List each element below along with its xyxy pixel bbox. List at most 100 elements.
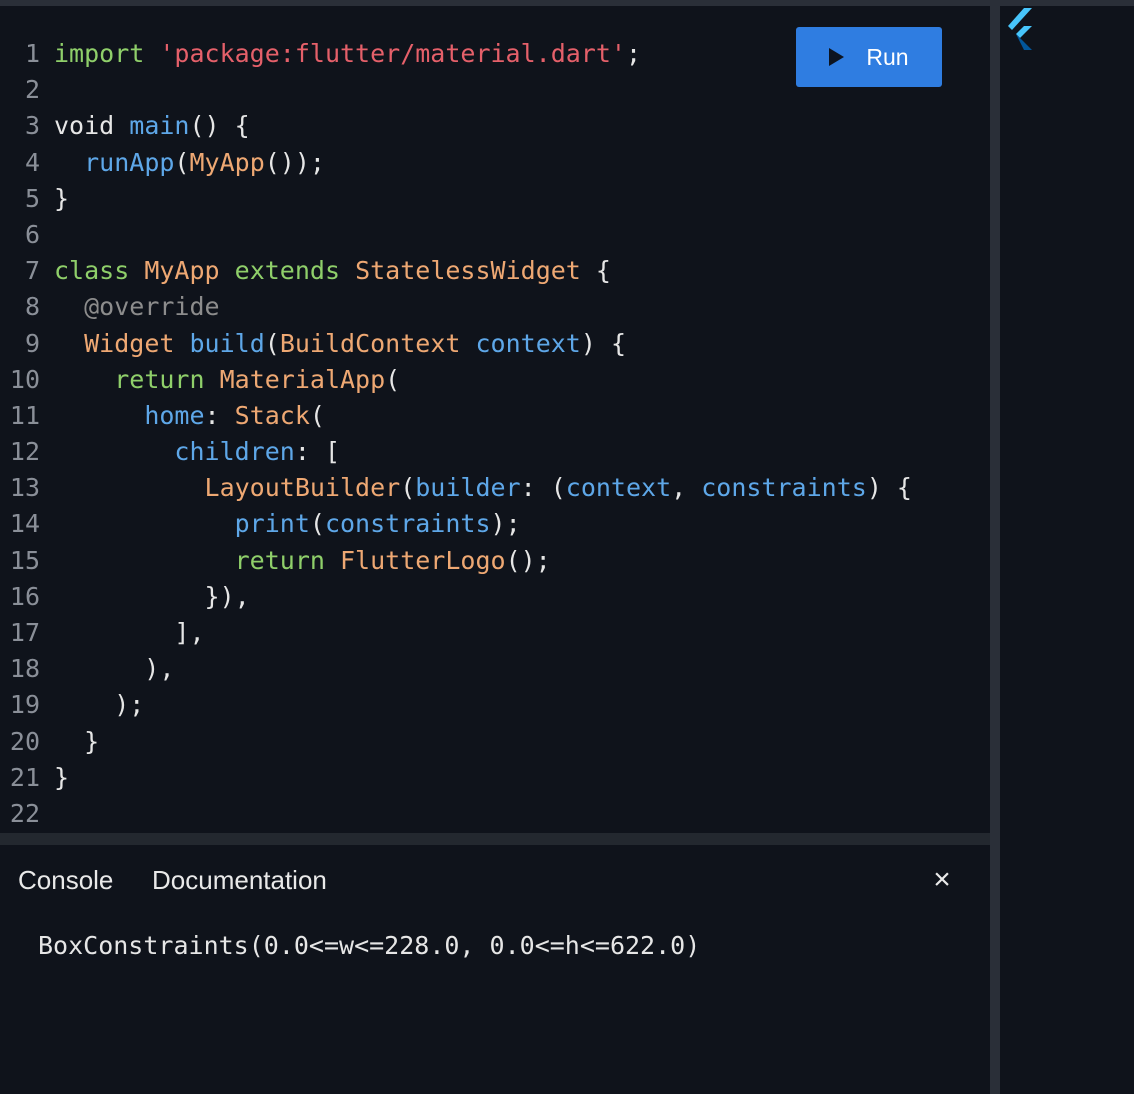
code-line[interactable]: 1 import 'package:flutter/material.dart'; [0,36,912,72]
code-token: context [475,328,581,358]
code-token: : ( [520,473,566,503]
run-button-label: Run [866,43,909,70]
code-line[interactable]: 7 class MyApp extends StatelessWidget { [0,253,912,289]
line-number: 2 [24,75,40,105]
line-number: 14 [9,509,40,539]
code-token: return [114,364,205,394]
line-number: 9 [24,328,40,358]
code-token: ( [264,328,280,358]
code-token: (); [505,545,551,575]
code-lines[interactable]: 1 import 'package:flutter/material.dart';… [0,36,912,832]
code-token: ( [309,509,325,539]
line-number: 8 [24,292,40,322]
console-output: BoxConstraints(0.0<=w<=228.0, 0.0<=h<=62… [38,931,701,960]
code-token: class [54,256,130,286]
code-line[interactable]: 13 LayoutBuilder(builder: (context, cons… [0,470,912,506]
code-token: MyApp [144,256,220,286]
code-token: ()); [264,147,325,177]
code-token: @override [84,292,220,322]
code-token: LayoutBuilder [204,473,401,503]
close-icon[interactable]: × [926,864,958,896]
code-line[interactable]: 9 Widget build(BuildContext context) { [0,326,912,362]
flutter-logo-icon [1008,8,1032,50]
code-line[interactable]: 21} [0,760,912,796]
code-token: build [189,328,265,358]
line-number: 3 [24,111,40,141]
code-token: extends [234,256,341,286]
code-line[interactable]: 16 }), [0,579,912,615]
code-token: ( [174,147,190,177]
line-number: 15 [9,545,40,575]
code-token: ); [490,509,521,539]
code-token: } [54,183,70,213]
line-number: 10 [9,364,40,394]
code-token: Widget [84,328,175,358]
code-line[interactable]: 5} [0,181,912,217]
horizontal-splitter[interactable] [0,833,990,845]
vertical-splitter[interactable] [990,6,1000,1094]
code-token: () { [189,111,250,141]
console-panel: Console Documentation × BoxConstraints(0… [0,845,990,1094]
code-line[interactable]: 18 ), [0,651,912,687]
line-number: 1 [24,39,40,68]
code-line[interactable]: 4 runApp(MyApp()); [0,145,912,181]
line-number: 16 [9,581,40,611]
code-line[interactable]: 17 ], [0,615,912,651]
code-line[interactable]: 15 return FlutterLogo(); [0,543,912,579]
code-token: ( [400,473,416,503]
code-token: Stack [234,400,310,430]
code-editor[interactable]: 1 import 'package:flutter/material.dart';… [0,6,990,833]
code-line[interactable]: 19 ); [0,687,912,723]
code-token: import [54,39,145,68]
code-line[interactable]: 20 } [0,724,912,760]
run-button[interactable]: Run [796,27,942,87]
play-icon [829,48,845,66]
code-line[interactable]: 2 [0,72,912,108]
code-line[interactable]: 8 @override [0,289,912,325]
code-line[interactable]: 12 children: [ [0,434,912,470]
code-token: ), [54,654,175,684]
code-token: ( [385,364,401,394]
tab-console[interactable]: Console [18,865,113,896]
code-line[interactable]: 22 [0,796,912,832]
code-token: MyApp [189,147,265,177]
line-number: 12 [9,437,40,467]
code-token: children [174,437,295,467]
code-line[interactable]: 14 print(constraints); [0,506,912,542]
code-token: ) { [866,473,912,503]
line-number: 19 [9,690,40,720]
line-number: 7 [24,256,40,286]
code-token: StatelessWidget [355,256,581,286]
line-number: 21 [9,762,40,792]
tab-documentation[interactable]: Documentation [152,865,327,896]
code-token: : [ [294,437,340,467]
code-token: ( [309,400,325,430]
code-line[interactable]: 3 void main() { [0,108,912,144]
output-panel [1000,6,1134,1094]
code-token: print [234,509,310,539]
code-token: ; [625,39,642,68]
code-token: main [129,111,190,141]
code-token: , [671,473,702,503]
code-token: 'package:flutter/material.dart' [159,39,626,68]
code-token: constraints [701,473,867,503]
code-line[interactable]: 10 return MaterialApp( [0,362,912,398]
code-line[interactable]: 11 home: Stack( [0,398,912,434]
line-number: 20 [9,726,40,756]
code-line[interactable]: 6 [0,217,912,253]
line-number: 5 [24,183,40,213]
code-token: }), [54,581,250,611]
line-number: 22 [9,798,40,828]
